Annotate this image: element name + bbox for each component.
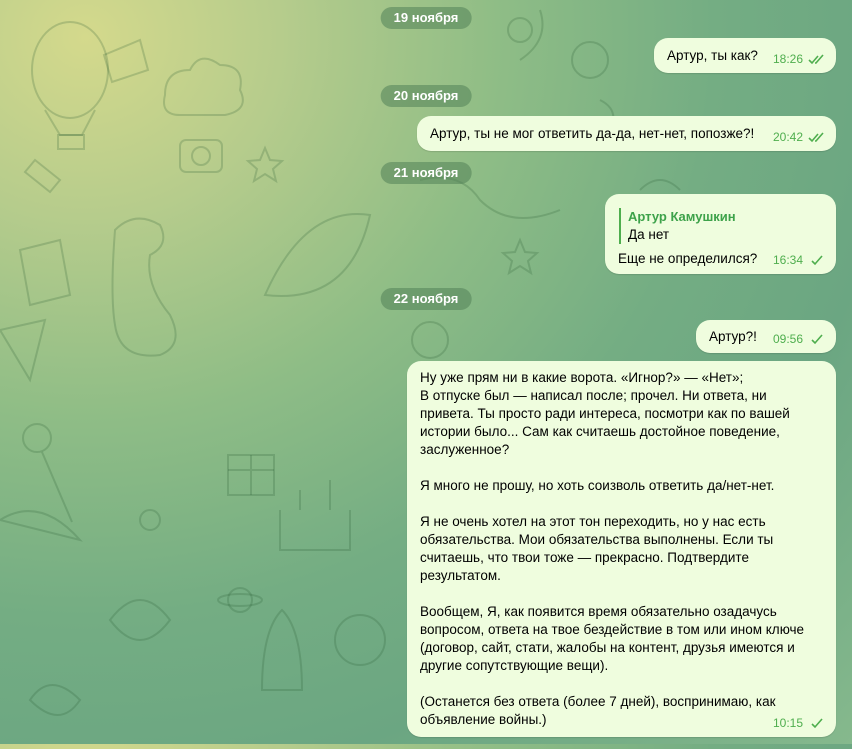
reply-quote[interactable]: Артур Камушкин Да нет [619, 208, 736, 244]
message-meta: 18:26 [773, 52, 826, 66]
message-meta: 09:56 [773, 332, 826, 346]
message-time: 09:56 [772, 332, 803, 346]
message-text: Артур, ты как? [667, 48, 758, 63]
reply-text: Да нет [628, 227, 670, 242]
outgoing-message[interactable]: Артур Камушкин Да нет Еще не определился… [605, 194, 836, 274]
double-check-icon [808, 131, 824, 142]
message-text: Ну уже прям ни в какие ворота. «Игнор?» … [420, 370, 805, 727]
outgoing-message[interactable]: Артур, ты не мог ответить да-да, нет-нет… [417, 116, 836, 151]
message-text: Еще не определился? [618, 251, 758, 266]
message-time: 16:34 [772, 253, 803, 267]
check-icon [811, 254, 823, 265]
check-icon [811, 333, 823, 344]
date-separator: 19 ноября [380, 7, 472, 29]
outgoing-message[interactable]: Артур, ты как? 18:26 [654, 38, 836, 73]
message-time: 20:42 [772, 130, 803, 144]
message-time: 18:26 [772, 52, 803, 66]
outgoing-message[interactable]: Ну уже прям ни в какие ворота. «Игнор?» … [407, 361, 836, 737]
double-check-icon [808, 53, 824, 64]
date-separator: 21 ноября [380, 162, 472, 184]
reply-author: Артур Камушкин [628, 209, 736, 224]
message-text: Артур?! [709, 329, 757, 344]
message-time: 10:15 [772, 716, 803, 730]
date-separator: 22 ноября [380, 288, 472, 310]
outgoing-message[interactable]: Артур?! 09:56 [696, 320, 836, 353]
chat-history[interactable]: 19 ноября Артур, ты как? 18:26 20 ноября… [0, 0, 852, 744]
message-meta: 20:42 [773, 130, 826, 144]
message-meta: 16:34 [773, 253, 826, 267]
date-separator: 20 ноября [380, 85, 472, 107]
message-meta: 10:15 [773, 716, 826, 730]
check-icon [811, 717, 823, 728]
message-text: Артур, ты не мог ответить да-да, нет-нет… [430, 126, 755, 141]
